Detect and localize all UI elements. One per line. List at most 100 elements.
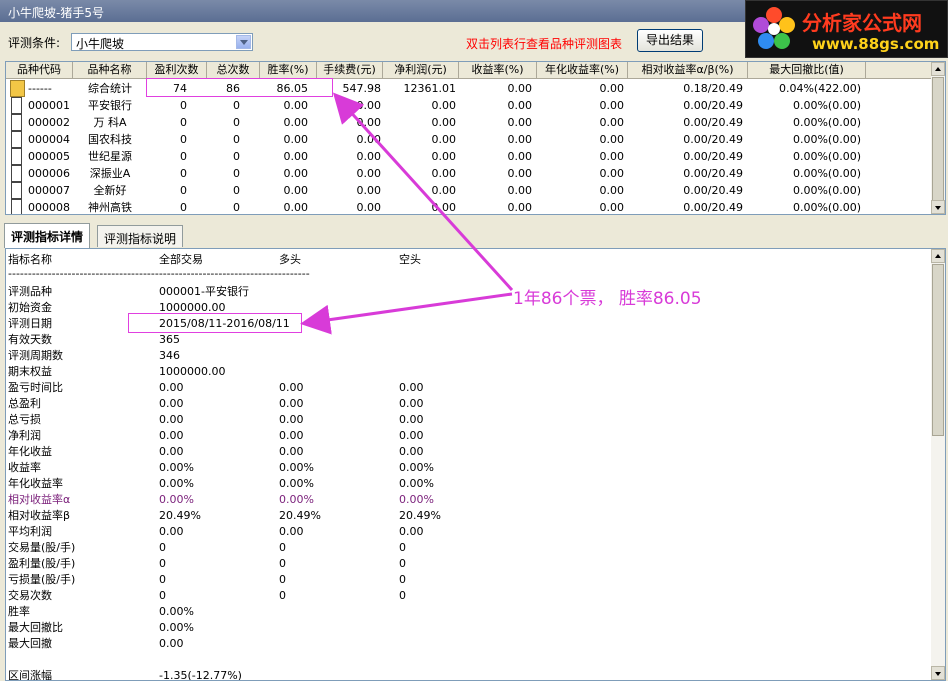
detail-cell: 365 [159,333,180,346]
table-cell: 0.00 [599,82,625,95]
column-header[interactable]: 胜率(%) [260,62,317,78]
table-row[interactable]: 000001 平安银行 0 0 0.00 0.00 0.00 0.00 0.00 0.00/20.… [6,97,936,114]
table-cell: 0.00 [599,150,625,163]
table-cell: 0.00%(0.00) [792,184,861,197]
column-header[interactable]: 净利润(元) [383,62,459,78]
table-row[interactable]: 000008 神州高铁 0 0 0.00 0.00 0.00 0.00 0.00 0.00/20.… [6,199,936,214]
table-row[interactable]: 000006 深振业A 0 0 0.00 0.00 0.00 0.00 0.00 0.00/20.… [6,165,936,182]
detail-cell: 相对收益率β [8,509,71,522]
table-cell: 0.00 [431,133,457,146]
table-cell: 0.00/20.49 [683,116,743,129]
table-cell: 0 [180,133,187,146]
detail-cell: 0.00% [399,477,434,490]
results-table[interactable]: 品种代码 品种名称 盈利次数 总次数 胜率(%) 手续费(元) 净利润(元) 收… [5,61,946,215]
separator-line: ----------------------------------------… [8,267,310,280]
detail-cell: 0.00% [159,461,194,474]
table-cell: 0.00/20.49 [683,184,743,197]
table-cell: 0.00 [507,82,533,95]
condition-select[interactable]: 小牛爬坡 [71,33,253,51]
table-cell: 86 [226,82,240,95]
table-cell: 0.00 [431,150,457,163]
column-header[interactable]: 盈利次数 [147,62,207,78]
table-cell: 0 [233,150,240,163]
table-cell: 0.00/20.49 [683,133,743,146]
detail-cell: 0.00 [159,637,184,650]
detail-cell: 0.00% [399,493,434,506]
column-header[interactable]: 年化收益率(%) [537,62,628,78]
scroll-thumb[interactable] [932,264,944,436]
table-cell: 000007 [28,184,70,197]
table-cell: 0.00 [599,133,625,146]
table-cell: 0.00%(0.00) [792,99,861,112]
table-row[interactable]: ------ 综合统计 74 86 86.05 547.98 12361.01 0.00 0.0… [6,80,936,97]
table-cell: 000001 [28,99,70,112]
table-cell: 0.00 [507,167,533,180]
export-results-button[interactable]: 导出结果 [637,29,703,52]
table-cell: 0.00 [356,201,382,214]
detail-cell: 亏损量(股/手) [8,573,76,586]
tab-detail[interactable]: 评测指标详情 [4,223,91,248]
detail-cell: 0.00% [399,461,434,474]
table-row[interactable]: 000004 国农科技 0 0 0.00 0.00 0.00 0.00 0.00 0.00/20.… [6,131,936,148]
scroll-down-icon[interactable] [931,200,945,214]
detail-cell: 0 [159,541,166,554]
scroll-up-icon[interactable] [931,62,945,76]
table-cell: 0.00 [356,99,382,112]
detail-cell: 0.00% [159,621,194,634]
table-cell: 0 [180,116,187,129]
detail-cell: 0 [279,589,286,602]
table-cell: 000008 [28,201,70,214]
chevron-down-icon[interactable] [236,35,251,49]
detail-cell: 净利润 [8,429,41,442]
table-cell: 000006 [28,167,70,180]
scroll-down-icon[interactable] [931,666,945,680]
table-header: 品种代码 品种名称 盈利次数 总次数 胜率(%) 手续费(元) 净利润(元) 收… [6,62,936,79]
detail-cell: 0.00 [279,429,304,442]
detail-cell: 盈利量(股/手) [8,557,76,570]
table-cell: 0.00 [356,167,382,180]
detail-cell: 0.00 [399,525,424,538]
detail-cell: 0.00 [279,413,304,426]
column-header[interactable]: 收益率(%) [459,62,537,78]
detail-cell: 20.49% [399,509,441,522]
table-cell: 0.00%(0.00) [792,116,861,129]
detail-cell: 20.49% [279,509,321,522]
table-row[interactable]: 000002 万 科A 0 0 0.00 0.00 0.00 0.00 0.00 0.00/20.… [6,114,936,131]
detail-cell: 1000000.00 [159,301,226,314]
detail-cell: 0 [279,541,286,554]
detail-cell: 0.00 [399,429,424,442]
table-cell: 0 [180,99,187,112]
scroll-up-icon[interactable] [931,249,945,263]
detail-cell: 期末权益 [8,365,52,378]
scroll-thumb[interactable] [932,77,944,201]
table-scrollbar[interactable] [931,62,945,214]
table-row[interactable]: 000007 全新好 0 0 0.00 0.00 0.00 0.00 0.00 0.00/20.4… [6,182,936,199]
table-cell: 0 [180,150,187,163]
table-row[interactable]: 000005 世纪星源 0 0 0.00 0.00 0.00 0.00 0.00 0.00/20.… [6,148,936,165]
detail-scrollbar[interactable] [931,249,945,680]
tab-explanation[interactable]: 评测指标说明 [97,225,184,247]
table-cell: 平安银行 [88,99,132,112]
table-cell: 0 [233,184,240,197]
column-header[interactable]: 总次数 [207,62,260,78]
detail-cell: 交易次数 [8,589,52,602]
detail-cell: 000001-平安银行 [159,285,249,298]
detail-cell: 0 [279,557,286,570]
table-cell: 0.00 [599,184,625,197]
table-cell: 0.00 [507,116,533,129]
column-header[interactable]: 相对收益率α/β(%) [628,62,748,78]
table-cell: 12361.01 [403,82,457,95]
detail-cell: 0 [399,541,406,554]
column-header[interactable]: 品种代码 [6,62,73,78]
table-cell: 0.00 [431,167,457,180]
detail-cell: 346 [159,349,180,362]
tab-bar: 评测指标详情 评测指标说明 [0,222,948,248]
column-header[interactable]: 品种名称 [73,62,147,78]
column-header[interactable]: 最大回撤比(值) [748,62,866,78]
detail-cell: 0.00 [279,445,304,458]
detail-cell: 0 [399,557,406,570]
column-header[interactable]: 手续费(元) [317,62,383,78]
window-title: 小牛爬坡-猪手5号 [8,6,104,20]
table-cell: 0.00 [356,150,382,163]
logo-url-text: www.88gs.com [812,35,940,53]
